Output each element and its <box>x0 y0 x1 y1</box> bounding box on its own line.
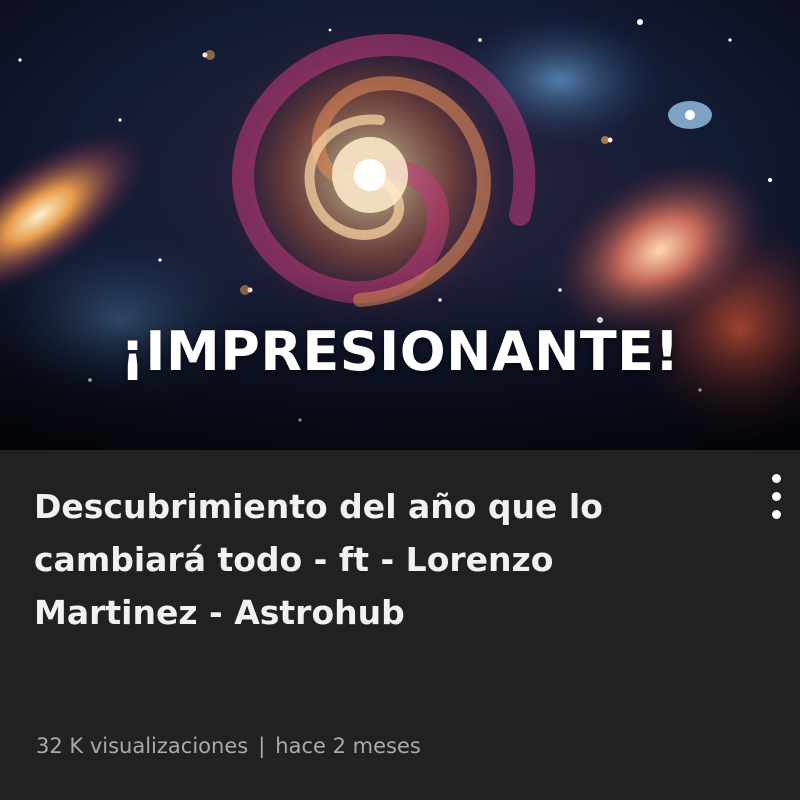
video-metadata: 32 K visualizaciones | hace 2 meses <box>36 734 421 758</box>
view-count: 32 K visualizaciones <box>36 734 249 758</box>
more-vertical-icon-dot <box>771 491 781 501</box>
thumbnail-overlay-text: ¡IMPRESIONANTE! <box>120 320 680 383</box>
more-options-button[interactable] <box>755 466 797 526</box>
video-title[interactable]: Descubrimiento del año que lo cambiará t… <box>34 480 714 639</box>
upload-age: hace 2 meses <box>275 734 421 758</box>
video-card[interactable]: ¡IMPRESIONANTE! Descubrimiento del año q… <box>0 0 800 800</box>
more-vertical-icon-dot <box>771 509 781 519</box>
video-thumbnail[interactable]: ¡IMPRESIONANTE! <box>0 0 800 450</box>
video-info: Descubrimiento del año que lo cambiará t… <box>0 450 800 800</box>
more-vertical-icon <box>771 473 781 483</box>
metadata-separator: | <box>258 734 266 758</box>
